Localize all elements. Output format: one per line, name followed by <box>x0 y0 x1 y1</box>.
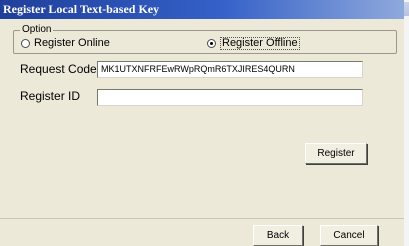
radio-checked-icon <box>207 38 216 48</box>
register-offline-radio[interactable]: Register Offline <box>207 36 300 50</box>
option-group-legend: Option <box>20 24 54 35</box>
register-key-dialog: Register Local Text-based Key Option Reg… <box>0 0 404 246</box>
background-window-edge <box>404 0 409 246</box>
cancel-button[interactable]: Cancel <box>320 225 378 246</box>
request-code-label: Request Code <box>20 62 97 76</box>
register-online-label: Register Online <box>34 37 110 49</box>
request-code-field[interactable]: MK1UTXNFRFEwRWpRQmR6TXJIRES4QURN <box>97 61 363 78</box>
register-online-radio[interactable]: Register Online <box>21 37 110 49</box>
button-separator <box>0 218 404 219</box>
window-edge-mark <box>404 2 409 16</box>
register-offline-label: Register Offline <box>220 36 300 50</box>
radio-unchecked-icon <box>21 38 30 48</box>
register-button[interactable]: Register <box>305 143 367 164</box>
register-id-field[interactable] <box>97 89 363 106</box>
window-title: Register Local Text-based Key <box>0 0 404 19</box>
register-id-label: Register ID <box>20 89 81 103</box>
back-button[interactable]: Back <box>253 225 303 246</box>
